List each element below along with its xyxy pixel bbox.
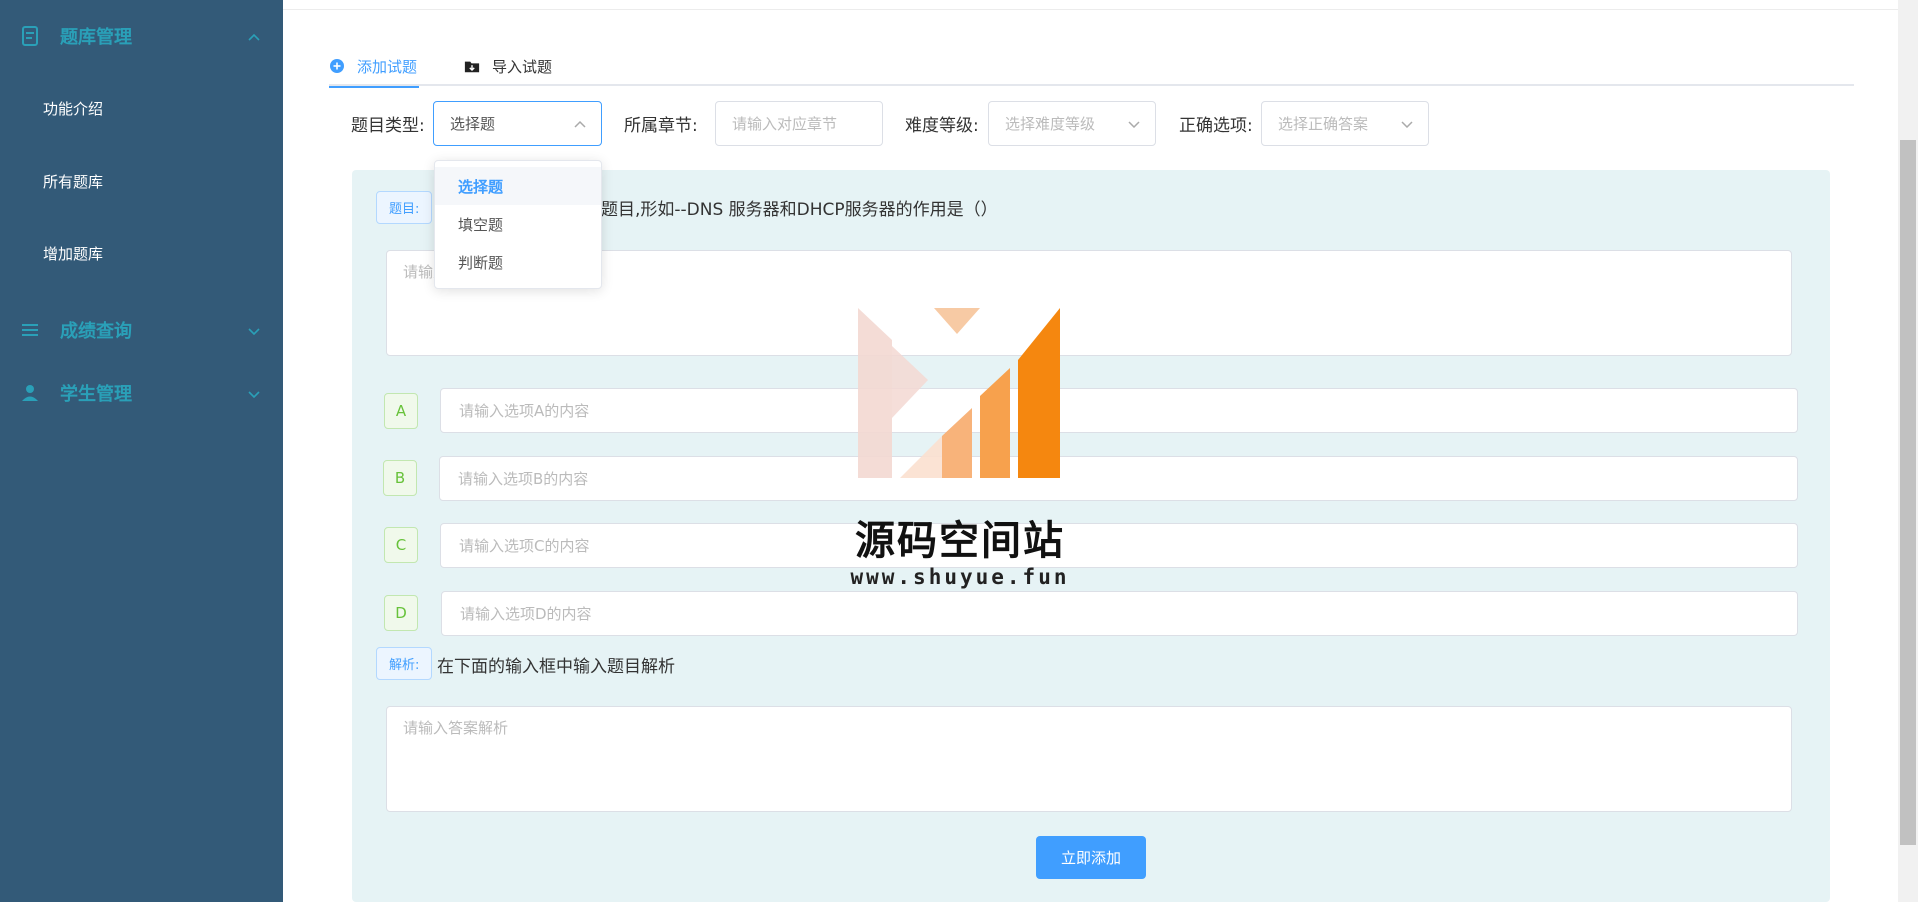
sidebar-item-label: 功能介绍 (43, 99, 104, 118)
difficulty-select[interactable]: 选择难度等级 (988, 101, 1156, 146)
chevron-down-icon (247, 386, 261, 400)
option-a-placeholder: 请输入选项A的内容 (459, 402, 590, 420)
scrollbar-thumb[interactable] (1900, 140, 1916, 845)
analysis-hint: 在下面的输入框中输入题目解析 (437, 657, 675, 677)
watermark-logo (858, 308, 1060, 478)
list-icon (20, 320, 40, 340)
plus-circle-icon (329, 58, 345, 74)
type-select-value: 选择题 (450, 115, 496, 133)
answer-select[interactable]: 选择正确答案 (1261, 101, 1429, 146)
option-b-placeholder: 请输入选项B的内容 (458, 470, 589, 488)
sidebar-item-all-banks[interactable]: 所有题库 (0, 151, 283, 211)
option-b-input[interactable]: 请输入选项B的内容 (439, 456, 1798, 501)
submit-button[interactable]: 立即添加 (1036, 836, 1146, 879)
tab-add-question[interactable]: 添加试题 (329, 46, 419, 88)
tab-import-question[interactable]: 导入试题 (464, 46, 552, 86)
chapter-input[interactable]: 请输入对应章节 (715, 101, 883, 146)
chevron-down-icon (1400, 117, 1414, 131)
chevron-down-icon (1127, 117, 1141, 131)
tab-label: 导入试题 (492, 57, 553, 76)
tab-bar: 添加试题 导入试题 (329, 46, 1854, 88)
difficulty-label: 难度等级: (905, 115, 979, 136)
option-b-tag: B (383, 460, 417, 496)
analysis-placeholder: 请输入答案解析 (403, 719, 509, 737)
type-label: 题目类型: (351, 115, 425, 136)
answer-label: 正确选项: (1179, 115, 1253, 136)
option-c-input[interactable]: 请输入选项C的内容 (440, 523, 1798, 568)
menu-group-question-bank[interactable]: 题库管理 (0, 10, 283, 62)
menu-group-scores[interactable]: 成绩查询 (0, 304, 283, 356)
chevron-up-icon (573, 117, 587, 131)
chevron-down-icon (247, 323, 261, 337)
dropdown-option-choice[interactable]: 选择题 (435, 167, 601, 205)
option-a-input[interactable]: 请输入选项A的内容 (440, 388, 1798, 433)
type-dropdown: 选择题 填空题 判断题 (434, 160, 602, 289)
option-c-tag: C (384, 527, 418, 563)
analysis-tag: 解析: (376, 647, 433, 680)
menu-group-label: 学生管理 (60, 384, 132, 405)
option-a-tag: A (384, 393, 418, 429)
chevron-up-icon (247, 29, 261, 43)
type-select[interactable]: 选择题 (433, 101, 602, 146)
sidebar: 题库管理 功能介绍 所有题库 增加题库 成绩查询 学生管理 (0, 0, 283, 902)
user-icon (20, 383, 40, 403)
option-c-placeholder: 请输入选项C的内容 (459, 537, 590, 555)
option-d-placeholder: 请输入选项D的内容 (460, 605, 592, 623)
analysis-textarea[interactable]: 请输入答案解析 (386, 706, 1792, 812)
watermark-title: 源码空间站 (855, 518, 1065, 564)
sidebar-item-intro[interactable]: 功能介绍 (0, 78, 283, 138)
top-divider (283, 0, 1918, 10)
dropdown-option-fill-blank[interactable]: 填空题 (435, 205, 601, 243)
menu-group-label: 题库管理 (60, 27, 132, 48)
document-icon (20, 26, 40, 46)
watermark-url: www.shuyue.fun (850, 565, 1070, 589)
sidebar-item-label: 所有题库 (43, 172, 104, 191)
sidebar-item-add-bank[interactable]: 增加题库 (0, 223, 283, 283)
answer-placeholder: 选择正确答案 (1278, 115, 1369, 133)
sidebar-item-label: 增加题库 (43, 244, 104, 263)
option-d-input[interactable]: 请输入选项D的内容 (441, 591, 1798, 636)
question-hint: 入题目,形如--DNS 服务器和DHCP服务器的作用是（） (584, 200, 998, 220)
dropdown-option-true-false[interactable]: 判断题 (435, 243, 601, 281)
tab-label: 添加试题 (357, 57, 418, 76)
menu-group-label: 成绩查询 (60, 321, 132, 342)
folder-download-icon (464, 58, 480, 74)
menu-group-students[interactable]: 学生管理 (0, 367, 283, 419)
option-d-tag: D (384, 595, 418, 631)
chapter-placeholder: 请输入对应章节 (732, 115, 838, 133)
difficulty-placeholder: 选择难度等级 (1005, 115, 1096, 133)
chapter-label: 所属章节: (624, 115, 698, 136)
question-tag: 题目: (376, 191, 433, 224)
